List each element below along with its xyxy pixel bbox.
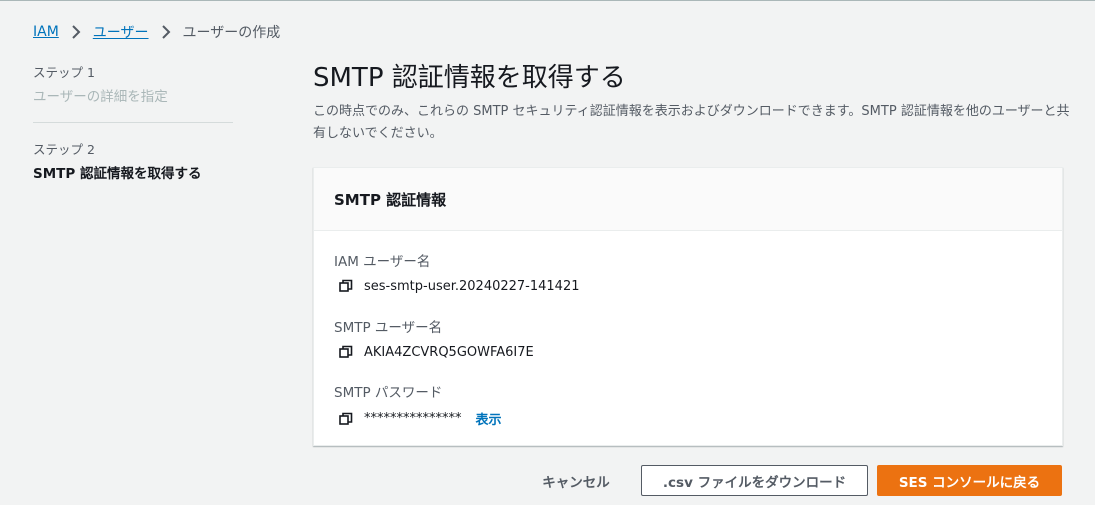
breadcrumb-current: ユーザーの作成 <box>182 25 281 41</box>
step-2-label: ステップ 2 <box>33 142 95 157</box>
download-csv-button[interactable]: .csv ファイルをダウンロード <box>641 465 868 496</box>
copy-icon[interactable] <box>338 344 354 360</box>
field-value-row: ses-smtp-user.20240227-141421 <box>334 278 580 294</box>
field-value-row: AKIA4ZCVRQ5GOWFA6I7E <box>334 344 534 360</box>
chevron-right-icon <box>155 24 177 40</box>
page-description: この時点でのみ、これらの SMTP セキュリティ認証情報を表示およびダウンロード… <box>313 104 1070 141</box>
panel-header: SMTP 認証情報 <box>314 168 1062 231</box>
copy-icon[interactable] <box>338 411 354 427</box>
field-label: IAM ユーザー名 <box>334 254 431 270</box>
iam-username-value: ses-smtp-user.20240227-141421 <box>364 278 580 294</box>
smtp-username-value: AKIA4ZCVRQ5GOWFA6I7E <box>364 344 534 360</box>
smtp-password-value: *************** <box>364 411 462 426</box>
step-1-title: ユーザーの詳細を指定 <box>33 89 168 105</box>
step-2-title: SMTP 認証情報を取得する <box>33 166 202 182</box>
return-to-ses-console-button[interactable]: SES コンソールに戻る <box>877 465 1062 496</box>
wizard-steps: ステップ 1 ユーザーの詳細を指定 ステップ 2 SMTP 認証情報を取得する <box>33 62 233 182</box>
field-value-row: *************** 表示 <box>334 409 502 428</box>
step-divider <box>33 122 233 123</box>
breadcrumb-iam-link[interactable]: IAM <box>33 24 59 40</box>
step-1: ステップ 1 ユーザーの詳細を指定 <box>33 62 233 105</box>
step-2: ステップ 2 SMTP 認証情報を取得する <box>33 139 233 182</box>
cancel-button[interactable]: キャンセル <box>530 465 622 496</box>
panel-title: SMTP 認証情報 <box>334 190 447 209</box>
field-label: SMTP パスワード <box>334 385 443 401</box>
breadcrumb-users-link[interactable]: ユーザー <box>93 22 149 42</box>
breadcrumb: IAM ユーザー ユーザーの作成 <box>33 22 280 42</box>
top-border <box>0 0 1095 1</box>
smtp-username-field: SMTP ユーザー名 AKIA4ZCVRQ5GOWFA6I7E <box>334 316 534 360</box>
page-title: SMTP 認証情報を取得する <box>313 63 626 93</box>
smtp-password-field: SMTP パスワード *************** 表示 <box>334 381 502 428</box>
step-1-label: ステップ 1 <box>33 65 95 80</box>
field-label: SMTP ユーザー名 <box>334 320 443 336</box>
copy-icon[interactable] <box>338 278 354 294</box>
show-password-link[interactable]: 表示 <box>476 409 502 428</box>
chevron-right-icon <box>65 24 87 40</box>
smtp-credentials-panel: SMTP 認証情報 IAM ユーザー名 ses-smtp-user.202402… <box>313 167 1063 446</box>
iam-username-field: IAM ユーザー名 ses-smtp-user.20240227-141421 <box>334 250 580 294</box>
